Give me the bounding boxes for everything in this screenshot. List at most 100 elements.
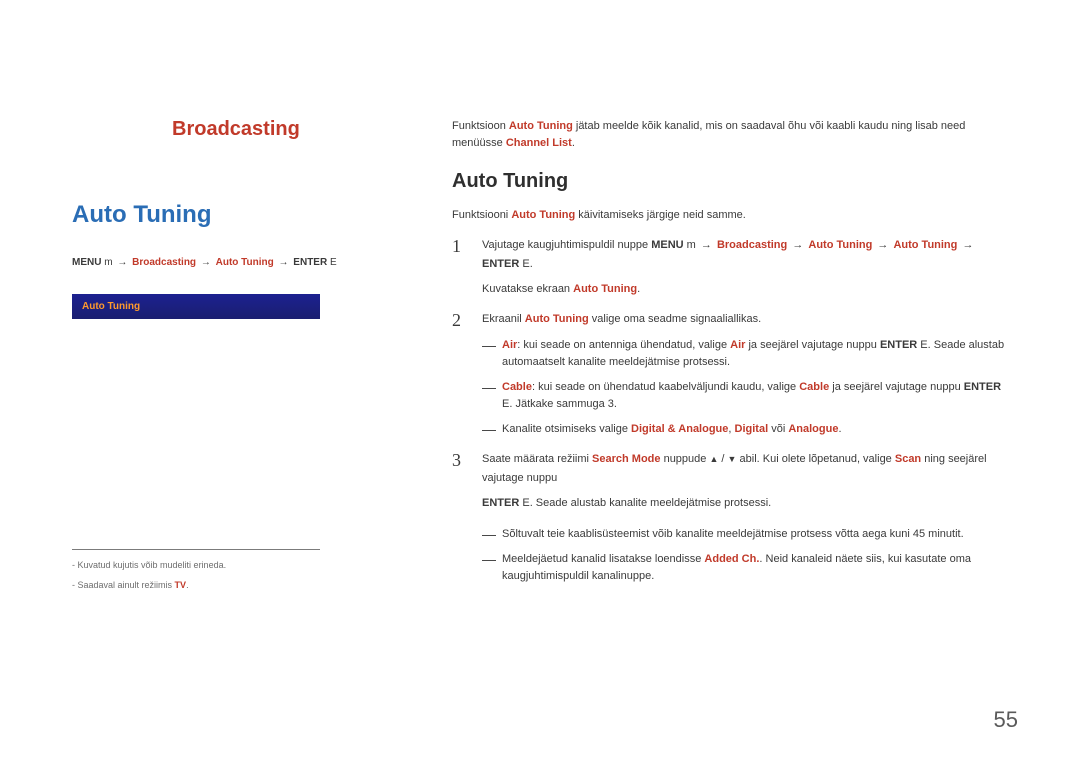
s3-enter: ENTER [482,497,519,509]
s1-bc: Broadcasting [717,239,787,251]
menu-breadcrumb: MENU m → Broadcasting → Auto Tuning → EN… [72,257,382,268]
dash-icon: ― [482,337,496,371]
note-1: ― Sõltuvalt teie kaablisüsteemist võib k… [482,526,1008,543]
crumb-broadcasting: Broadcasting [132,257,196,268]
s1-l2a: Kuvatakse ekraan [482,283,573,295]
note-2: ― Meeldejäetud kanalid lisatakse loendis… [482,551,1008,585]
step-1: 1 Vajutage kaugjuhtimispuldil nuppe MENU… [452,236,1008,298]
s2-d3-d: Analogue [788,423,838,435]
s2-d3-c: Digital [735,423,769,435]
footnote-2-tv: TV [175,580,187,590]
section-title: Auto Tuning [72,201,382,229]
dash-icon: ― [482,421,496,438]
step-2-dash-3: ― Kanalite otsimiseks valige Digital & A… [482,421,1008,438]
step-2-dash-2: ― Cable: kui seade on ühendatud kaabelvä… [482,379,1008,413]
chapter-heading: Broadcasting [172,118,382,141]
step-3-body: Saate määrata režiimi Search Mode nuppud… [482,450,1008,512]
s2-b: valige oma seadme signaaliallikas. [589,313,761,325]
s3-a: Saate määrata režiimi [482,453,592,465]
divider [72,549,320,550]
step-2: 2 Ekraanil Auto Tuning valige oma seadme… [452,310,1008,438]
s2-d3-tail: . [838,423,841,435]
step-2-num: 2 [452,310,468,438]
triangle-up-icon [709,453,718,465]
step-3: 3 Saate määrata režiimi Search Mode nupp… [452,450,1008,512]
intro-paragraph: Funktsioon Auto Tuning jätab meelde kõik… [452,118,1008,152]
crumb-auto-tuning: Auto Tuning [216,257,274,268]
sub-intro: Funktsiooni Auto Tuning käivitamiseks jä… [452,207,1008,224]
s2-a: Ekraanil [482,313,525,325]
s2-d2-enter: ENTER [964,381,1001,393]
intro-auto-tuning: Auto Tuning [509,120,573,132]
arrow-icon: → [701,239,712,251]
n2-b: Added Ch. [704,553,759,565]
s2-d2-b: : kui seade on ühendatud kaabelväljundi … [532,381,799,393]
intro-channel-list: Channel List [506,137,572,149]
sub-heading: Auto Tuning [452,170,1008,193]
step-2-dash-1: ― Air: kui seade on antenniga ühendatud,… [482,337,1008,371]
s1-a: Vajutage kaugjuhtimispuldil nuppe [482,239,651,251]
s1-e: E [522,258,529,270]
arrow-icon: → [792,239,803,251]
intro-text-a: Funktsioon [452,120,509,132]
arrow-icon: → [201,257,211,268]
s2-d1-a: Air [502,339,517,351]
s2-d3: Kanalite otsimiseks valige Digital & Ana… [502,421,1008,438]
note-1-body: Sõltuvalt teie kaablisüsteemist võib kan… [502,526,1008,543]
s2-d1-e: E [920,339,927,351]
s1-at: Auto Tuning [808,239,872,251]
s2-d3-a: Kanalite otsimiseks valige [502,423,631,435]
s2-d1-c: Air [730,339,745,351]
sub-intro-at: Auto Tuning [511,209,575,221]
s2-d1-enter: ENTER [880,339,917,351]
dash-icon: ― [482,379,496,413]
dash-icon: ― [482,551,496,585]
s2-d3-mid: või [768,423,788,435]
footnote-2-suffix: . [186,580,189,590]
s1-at2: Auto Tuning [893,239,957,251]
n2-a: Meeldejäetud kanalid lisatakse loendisse [502,553,704,565]
s2-d3-b: Digital & Analogue [631,423,728,435]
enter-glyph: E [330,257,337,268]
s3-scan: Scan [895,453,921,465]
s2-d1: Air: kui seade on antenniga ühendatud, v… [502,337,1008,371]
s1-tail: . [530,258,533,270]
step-1-num: 1 [452,236,468,298]
step-2-body: Ekraanil Auto Tuning valige oma seadme s… [482,310,1008,438]
menu-glyph: m [104,257,112,268]
s3-sm: Search Mode [592,453,660,465]
s1-l2b: Auto Tuning [573,283,637,295]
s2-d2-d: ja seejärel vajutage nuppu [829,381,964,393]
arrow-icon: → [279,257,289,268]
s2-d2-c: Cable [799,381,829,393]
arrow-icon: → [962,239,973,251]
menu-label: MENU [72,257,101,268]
ui-sample-bar: Auto Tuning [72,294,320,319]
s1-m: m [687,239,696,251]
step-1-body: Vajutage kaugjuhtimispuldil nuppe MENU m… [482,236,1008,298]
footnote-1: - Kuvatud kujutis võib mudeliti erineda. [72,560,382,570]
enter-label: ENTER [293,257,327,268]
s2-d1-d: ja seejärel vajutage nuppu [745,339,880,351]
arrow-icon: → [117,257,127,268]
sub-intro-a: Funktsiooni [452,209,511,221]
s3-e: E [522,497,529,509]
s1-menu: MENU [651,239,683,251]
sub-intro-b: käivitamiseks järgige neid samme. [575,209,746,221]
page-number: 55 [994,707,1018,733]
arrow-icon: → [877,239,888,251]
s2-d2-tail: . Jätkake sammuga 3. [509,398,617,410]
intro-text-c: . [572,137,575,149]
s3-c: abil. Kui olete lõpetanud, valige [736,453,894,465]
dash-icon: ― [482,526,496,543]
s2-at: Auto Tuning [525,313,589,325]
step-3-num: 3 [452,450,468,512]
s2-d2: Cable: kui seade on ühendatud kaabelvälj… [502,379,1008,413]
s1-enter: ENTER [482,258,519,270]
s1-l2c: . [637,283,640,295]
s2-d2-a: Cable [502,381,532,393]
s3-b: nuppude [661,453,710,465]
note-2-body: Meeldejäetud kanalid lisatakse loendisse… [502,551,1008,585]
footnote-2-text: - Saadaval ainult režiimis [72,580,175,590]
footnote-2: - Saadaval ainult režiimis TV. [72,580,382,590]
